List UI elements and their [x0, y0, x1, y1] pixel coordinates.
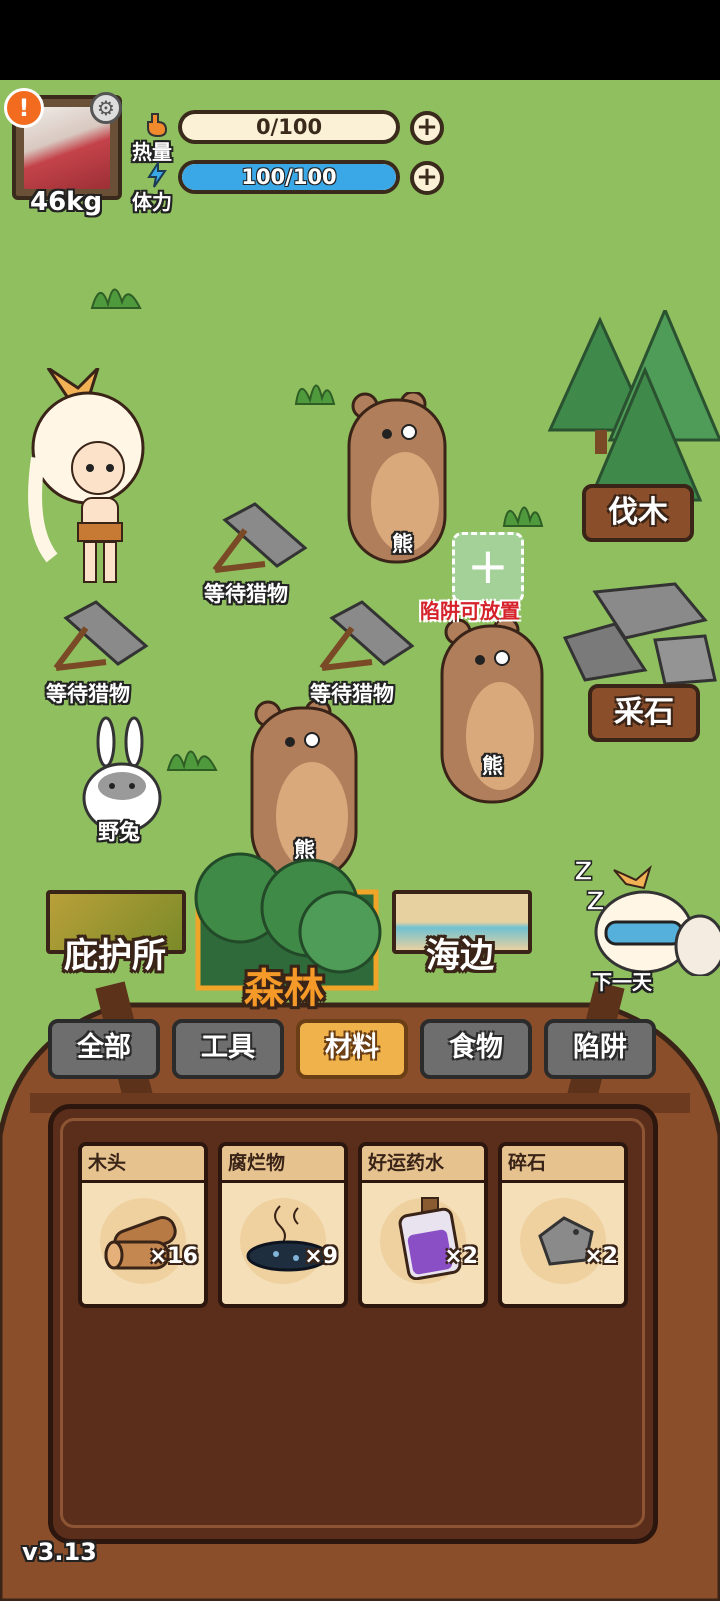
inventory-item-gravel[interactable]: 碎石 ×2 — [498, 1142, 628, 1308]
stamina-value: 100/100 — [241, 165, 337, 189]
map-tab-shelter-label: 庇护所 — [64, 936, 166, 976]
rock-pile — [562, 582, 717, 686]
trap-placeable-label: 陷阱可放置 — [420, 599, 520, 623]
grass-tuft — [90, 288, 142, 309]
alert-badge[interactable]: ! — [4, 88, 44, 128]
stomach-icon — [147, 113, 168, 138]
add-stamina-button[interactable]: + — [410, 161, 444, 195]
inventory-item-luck-potion[interactable]: 好运药水 ×2 — [358, 1142, 488, 1308]
category-tab-all[interactable]: 全部 — [48, 1019, 160, 1079]
add-heat-button[interactable]: + — [410, 111, 444, 145]
heat-label: 热量 — [132, 140, 172, 164]
player-weight: 46kg — [30, 187, 103, 217]
bear-label: 熊 — [482, 754, 503, 778]
heat-value: 0/100 — [255, 115, 323, 139]
pine-trees — [547, 310, 720, 502]
map-tab-beach-label: 海边 — [426, 936, 494, 976]
category-tab-materials[interactable]: 材料 — [296, 1019, 408, 1079]
lightning-icon — [147, 162, 167, 188]
inventory-item-rotten[interactable]: 腐烂物 ×9 — [218, 1142, 348, 1308]
settings-gear-icon[interactable]: ⚙ — [90, 92, 122, 124]
grass-tuft — [166, 750, 218, 771]
player-character[interactable] — [18, 368, 158, 588]
item-name: 腐烂物 — [222, 1146, 344, 1183]
item-name: 碎石 — [502, 1146, 624, 1183]
sleeping-character-next-day[interactable]: Z Z — [572, 856, 720, 976]
place-trap-slot[interactable]: + — [452, 532, 524, 604]
stamina-bar: 100/100 — [178, 160, 400, 194]
category-tab-traps[interactable]: 陷阱 — [544, 1019, 656, 1079]
stone-trap[interactable] — [46, 598, 151, 678]
stone-trap[interactable] — [312, 598, 417, 678]
quarry-stone-sign[interactable]: 采石 — [588, 684, 700, 742]
svg-text:Z: Z — [574, 857, 593, 887]
category-tab-tools[interactable]: 工具 — [172, 1019, 284, 1079]
item-count: ×2 — [444, 1244, 478, 1269]
stamina-label: 体力 — [132, 190, 172, 214]
version-label: v3.13 — [22, 1538, 97, 1566]
item-count: ×16 — [148, 1244, 198, 1269]
trap-status-label: 等待猎物 — [310, 682, 394, 706]
rabbit-label: 野兔 — [98, 820, 140, 844]
item-name: 好运药水 — [362, 1146, 484, 1183]
grass-tuft — [502, 506, 544, 527]
map-tab-forest-label[interactable]: 森林 — [244, 956, 324, 1014]
category-tab-food[interactable]: 食物 — [420, 1019, 532, 1079]
bear-label: 熊 — [392, 532, 413, 556]
next-day-label: 下一天 — [592, 970, 652, 994]
stone-trap[interactable] — [205, 500, 310, 580]
item-count: ×9 — [304, 1244, 338, 1269]
trap-status-label: 等待猎物 — [46, 682, 130, 706]
grass-tuft — [294, 384, 336, 405]
inventory-item-wood[interactable]: 木头 ×16 — [78, 1142, 208, 1308]
chop-wood-sign[interactable]: 伐木 — [582, 484, 694, 542]
trap-status-label: 等待猎物 — [204, 582, 288, 606]
item-count: ×2 — [584, 1244, 618, 1269]
item-name: 木头 — [82, 1146, 204, 1183]
heat-bar: 0/100 — [178, 110, 400, 144]
